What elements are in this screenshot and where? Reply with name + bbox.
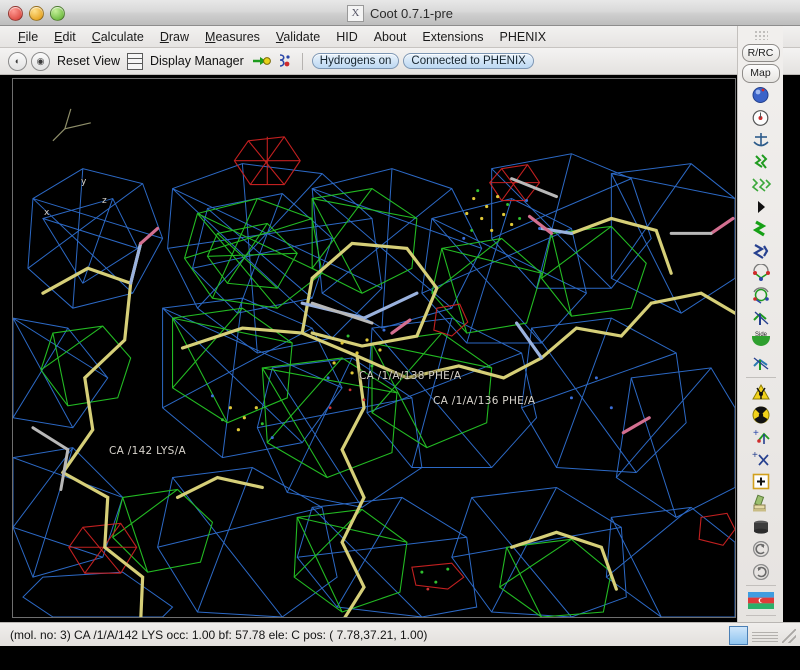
radiation-hazard-icon[interactable] (746, 404, 776, 426)
toolbar-drag-handle[interactable] (754, 30, 768, 40)
blue-chain-icon[interactable] (746, 240, 776, 262)
hydrogens-on-badge[interactable]: Hydrogens on (312, 53, 400, 69)
menu-validate[interactable]: Validate (268, 28, 328, 46)
display-manager-button[interactable]: Display Manager (147, 54, 247, 68)
redo-icon[interactable] (746, 560, 776, 582)
add-plus-box-icon[interactable] (746, 471, 776, 493)
connected-to-phenix-badge[interactable]: Connected to PHENIX (403, 53, 533, 69)
close-button[interactable] (8, 6, 23, 21)
window-controls (8, 6, 65, 21)
add-terminal-residue-icon[interactable]: + (746, 448, 776, 470)
molecular-graphics-view[interactable]: x y z CA /1/A/138 PHE/A CA /1/A/136 PHE/… (12, 78, 736, 618)
status-text: (mol. no: 3) CA /1/A/142 LYS occ: 1.00 b… (0, 628, 427, 642)
minimize-button[interactable] (29, 6, 44, 21)
menu-file[interactable]: File (10, 28, 46, 46)
menu-calculate[interactable]: Calculate (84, 28, 152, 46)
maximize-button[interactable] (50, 6, 65, 21)
window-title: Coot 0.7.1-pre (370, 6, 453, 21)
reset-view-icon-left[interactable]: ◐ (8, 52, 27, 71)
reset-view-button[interactable]: Reset View (54, 54, 123, 68)
green-bold-chain-icon[interactable] (746, 218, 776, 240)
menu-edit[interactable]: Edit (46, 28, 84, 46)
coot-main-window: X Coot 0.7.1-pre File Edit Calculate Dra… (0, 0, 800, 670)
sphere-blue-icon[interactable] (746, 84, 776, 106)
menu-hid[interactable]: HID (328, 28, 366, 46)
radiation-triangle-icon[interactable] (746, 381, 776, 403)
clock-dot-icon[interactable] (746, 106, 776, 128)
anchor-icon[interactable] (746, 128, 776, 150)
svg-text:+: + (753, 428, 759, 439)
sidebar-separator-1 (746, 377, 776, 378)
torsion-general-icon[interactable] (746, 352, 776, 374)
refine-molecule-icon[interactable] (275, 52, 293, 70)
undo-icon[interactable] (746, 538, 776, 560)
add-atom-icon[interactable]: + (746, 426, 776, 448)
right-toolbar: R/RC Map (737, 26, 783, 644)
status-grip-lines (752, 629, 778, 643)
menu-bar: File Edit Calculate Draw Measures Valida… (0, 26, 800, 48)
green-chain-icon[interactable] (746, 151, 776, 173)
status-bar: (mol. no: 3) CA /1/A/142 LYS occ: 1.00 b… (0, 622, 800, 646)
menu-measures[interactable]: Measures (197, 28, 268, 46)
svg-text:Side: Side (754, 332, 767, 338)
window-title-group: X Coot 0.7.1-pre (0, 0, 800, 26)
delete-trash-icon[interactable] (746, 515, 776, 537)
rrc-button[interactable]: R/RC (742, 44, 780, 63)
map-button[interactable]: Map (742, 64, 780, 83)
menu-phenix[interactable]: PHENIX (492, 28, 555, 46)
display-manager-icon[interactable] (127, 53, 143, 70)
green-double-chain-icon[interactable] (746, 173, 776, 195)
flag-azerbaijan-icon[interactable] (746, 589, 776, 611)
sidebar-separator-2 (746, 585, 776, 586)
electron-density-canvas[interactable] (13, 79, 735, 617)
x-window-icon: X (347, 5, 364, 22)
status-bar-right (729, 626, 796, 645)
status-indicator-chip[interactable] (729, 626, 748, 645)
fit-residue-icon[interactable] (746, 307, 776, 329)
menu-about[interactable]: About (366, 28, 415, 46)
window-resize-grip[interactable] (782, 629, 796, 643)
rotate-bonds-icon[interactable] (746, 263, 776, 285)
toolbar-separator (302, 53, 303, 70)
paint-brush-icon[interactable] (746, 493, 776, 515)
black-pointer-icon[interactable] (746, 195, 776, 217)
svg-text:+: + (752, 450, 758, 461)
go-to-atom-icon[interactable] (251, 52, 271, 70)
sidebar-separator-3 (746, 615, 776, 616)
rotate-translate-zone-icon[interactable] (746, 285, 776, 307)
main-toolbar: ◐ ◉ Reset View Display Manager Hydrogens… (0, 48, 800, 75)
reset-view-icon-right[interactable]: ◉ (31, 52, 50, 71)
menu-draw[interactable]: Draw (152, 28, 197, 46)
side-chain-icon[interactable]: Side (746, 330, 776, 352)
menu-extensions[interactable]: Extensions (414, 28, 491, 46)
title-bar: X Coot 0.7.1-pre (0, 0, 800, 26)
